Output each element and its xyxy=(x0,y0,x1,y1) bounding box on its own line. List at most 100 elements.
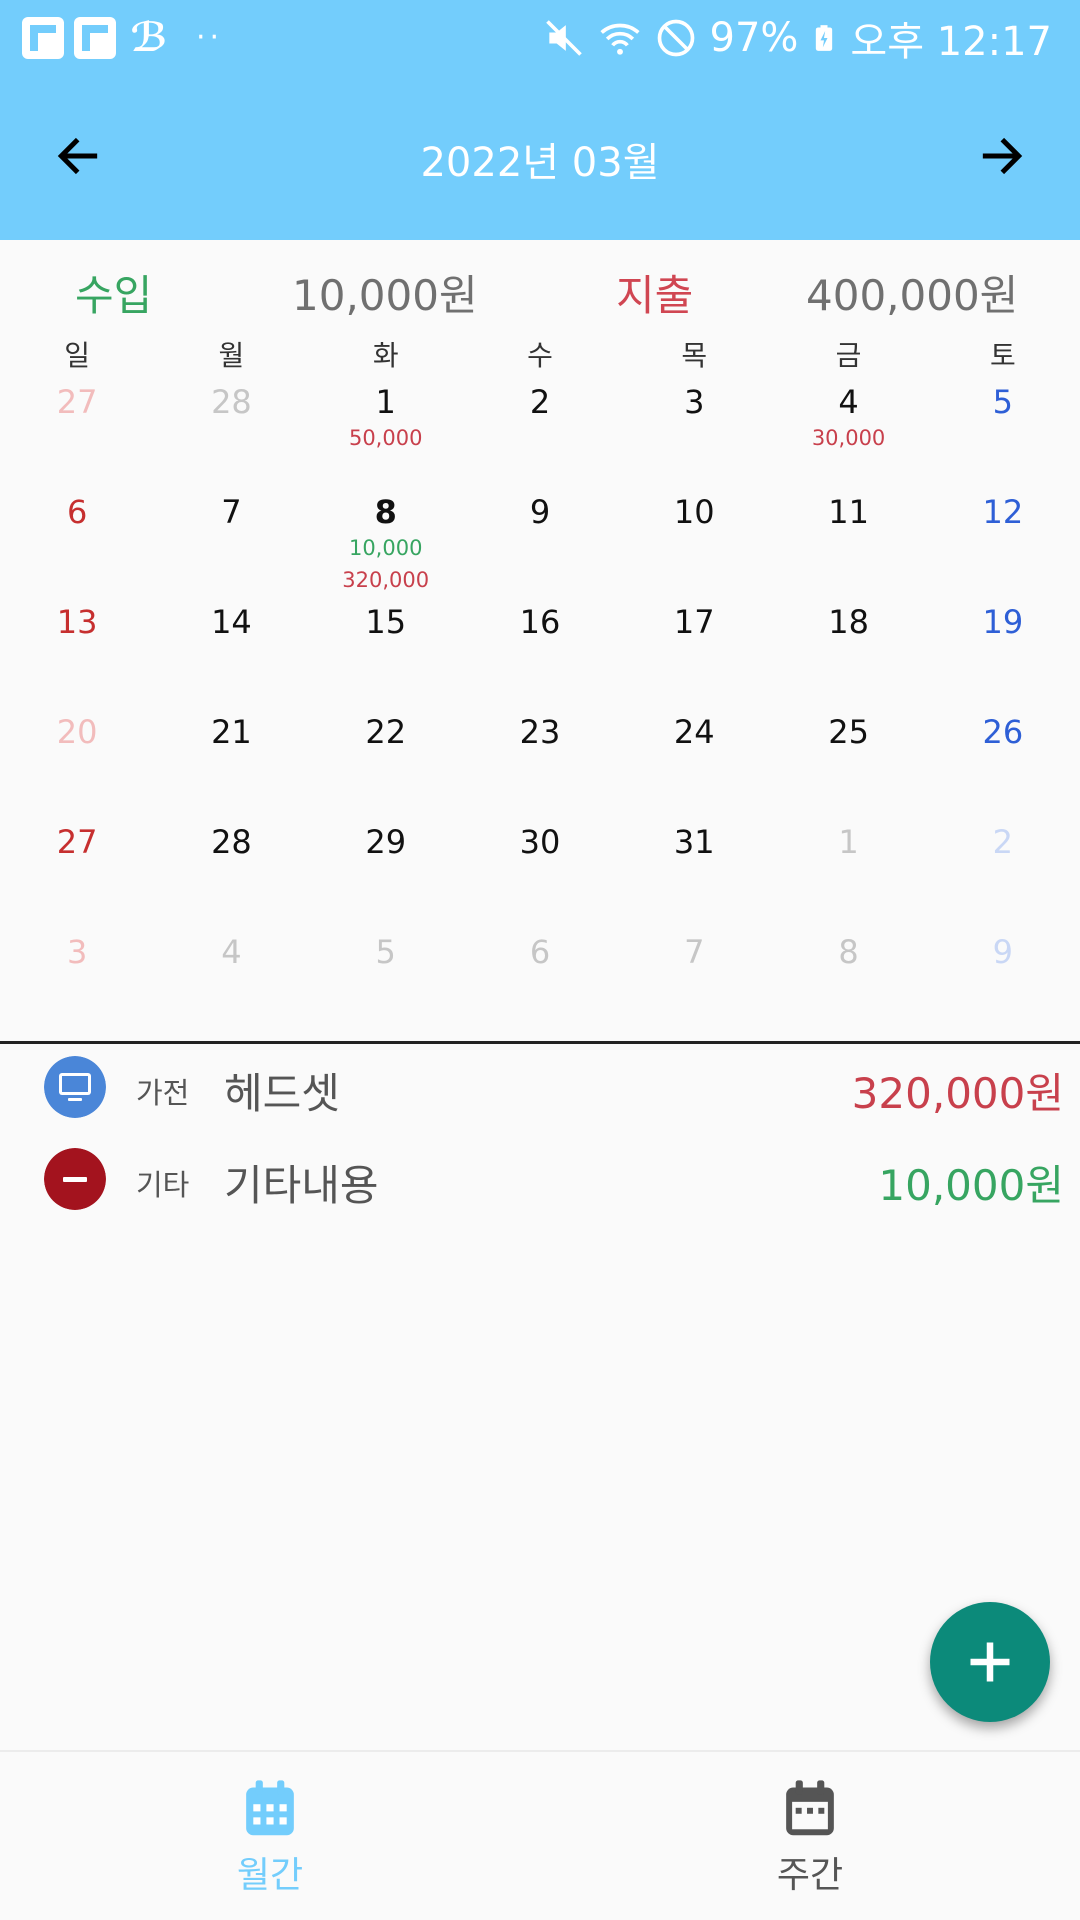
month-title: 2022년 03월 xyxy=(420,140,660,186)
calendar-day[interactable]: 1 xyxy=(771,814,925,924)
day-number: 22 xyxy=(365,713,407,751)
day-number: 27 xyxy=(56,823,98,861)
calendar-day[interactable]: 11 xyxy=(771,484,925,594)
system-status: 97% 오후 12:17 xyxy=(542,12,1052,65)
calendar-day[interactable]: 7 xyxy=(617,924,771,1034)
tab-weekly[interactable]: 주간 xyxy=(540,1752,1080,1920)
calendar-day[interactable]: 2 xyxy=(463,374,617,484)
minus-circle-icon xyxy=(44,1148,106,1210)
calendar-day[interactable]: 28 xyxy=(154,374,308,484)
calendar-day[interactable]: 6 xyxy=(0,484,154,594)
calendar-day[interactable]: 27 xyxy=(0,374,154,484)
day-number: 5 xyxy=(992,383,1014,421)
day-number: 19 xyxy=(982,603,1024,641)
day-number: 6 xyxy=(66,493,88,531)
calendar-day[interactable]: 19 xyxy=(926,594,1080,704)
calendar-day[interactable]: 9 xyxy=(926,924,1080,1034)
add-transaction-button[interactable] xyxy=(930,1602,1050,1722)
bottom-navigation: 월간 주간 xyxy=(0,1750,1080,1920)
calendar-day[interactable]: 5 xyxy=(309,924,463,1034)
next-month-button[interactable] xyxy=(962,116,1042,196)
calendar-day[interactable]: 4 xyxy=(154,924,308,1034)
calendar-day[interactable]: 31 xyxy=(617,814,771,924)
calendar-day[interactable]: 25 xyxy=(771,704,925,814)
calendar-day[interactable]: 8 xyxy=(771,924,925,1034)
calendar-day[interactable]: 4 30,000 xyxy=(771,374,925,484)
calendar-day[interactable]: 14 xyxy=(154,594,308,704)
day-number: 10 xyxy=(673,493,715,531)
calendar-day[interactable]: 15 xyxy=(309,594,463,704)
calendar-day[interactable]: 10 xyxy=(617,484,771,594)
calendar-day[interactable]: 23 xyxy=(463,704,617,814)
calendar-day[interactable]: 29 xyxy=(309,814,463,924)
day-number: 31 xyxy=(673,823,715,861)
do-not-disturb-icon xyxy=(657,19,694,57)
calendar-day[interactable]: 6 xyxy=(463,924,617,1034)
calendar-day[interactable]: 1 50,000 xyxy=(309,374,463,484)
day-number: 1 xyxy=(838,823,859,861)
clock: 오후 12:17 xyxy=(850,19,1052,65)
calendar-day[interactable]: 21 xyxy=(154,704,308,814)
day-number: 7 xyxy=(684,933,705,971)
calendar-day[interactable]: 26 xyxy=(926,704,1080,814)
transaction-category: 기타 xyxy=(136,1168,190,1202)
transaction-title: 헤드셋 xyxy=(224,1069,340,1118)
day-number: 6 xyxy=(529,933,551,971)
expense-label: 지출 xyxy=(616,271,694,320)
day-number: 23 xyxy=(519,713,561,751)
day-number: 7 xyxy=(221,493,242,531)
calendar-day[interactable]: 17 xyxy=(617,594,771,704)
day-number: 5 xyxy=(375,933,396,971)
calendar-day[interactable]: 18 xyxy=(771,594,925,704)
tab-monthly[interactable]: 월간 xyxy=(0,1752,540,1920)
day-expense-amount: 30,000 xyxy=(811,426,886,450)
day-number: 27 xyxy=(56,383,98,421)
mail-icon: ℬ xyxy=(130,15,168,61)
more-notifications-indicator: ·· xyxy=(196,20,224,55)
calendar-day[interactable]: 9 xyxy=(463,484,617,594)
day-income-amount: 10,000 xyxy=(348,536,423,560)
calendar-day[interactable]: 7 xyxy=(154,484,308,594)
weekday-label: 일 xyxy=(64,339,91,372)
tab-weekly-label: 주간 xyxy=(776,1855,844,1896)
day-number: 2 xyxy=(529,383,551,421)
calendar-day[interactable]: 27 xyxy=(0,814,154,924)
calendar-day[interactable]: 20 xyxy=(0,704,154,814)
income-label: 수입 xyxy=(75,271,153,320)
calendar-day[interactable]: 2 xyxy=(926,814,1080,924)
calendar-day[interactable]: 12 xyxy=(926,484,1080,594)
day-number: 3 xyxy=(66,933,88,971)
transaction-item[interactable]: 기타 기타내용 10,000원 xyxy=(0,1136,1080,1228)
day-number: 29 xyxy=(365,823,407,861)
day-number: 28 xyxy=(211,823,252,861)
day-number: 2 xyxy=(992,823,1014,861)
day-number: 20 xyxy=(56,713,98,751)
calendar-day[interactable]: 28 xyxy=(154,814,308,924)
calendar-day[interactable]: 22 xyxy=(309,704,463,814)
monthly-summary: 수입 10,000원 지출 400,000원 xyxy=(0,240,1080,332)
transaction-list: 가전 헤드셋 320,000원 기타 기타내용 10,000원 xyxy=(0,1044,1080,1228)
calendar-day[interactable]: 5 xyxy=(926,374,1080,484)
calendar-day[interactable]: 8 10,000 320,000 xyxy=(309,484,463,594)
arrow-right-icon xyxy=(982,137,1023,175)
day-number: 4 xyxy=(838,383,859,421)
calendar-day[interactable]: 30 xyxy=(463,814,617,924)
day-number: 9 xyxy=(992,933,1014,971)
day-number: 16 xyxy=(519,603,561,641)
calendar-day[interactable]: 3 xyxy=(617,374,771,484)
transaction-category: 가전 xyxy=(136,1076,190,1110)
calendar-day[interactable]: 16 xyxy=(463,594,617,704)
day-number: 15 xyxy=(365,603,407,641)
calendar-day[interactable]: 24 xyxy=(617,704,771,814)
weekday-label: 목 xyxy=(681,339,708,372)
calendar-day[interactable]: 3 xyxy=(0,924,154,1034)
day-number: 3 xyxy=(684,383,705,421)
calendar-grid: 27 28 1 50,000 2 3 4 30,000 5 6 7 8 10,000 320,000 9 10… xyxy=(0,374,1080,1034)
transaction-item[interactable]: 가전 헤드셋 320,000원 xyxy=(0,1044,1080,1136)
transaction-amount: 10,000원 xyxy=(878,1161,1064,1210)
weekday-label: 금 xyxy=(835,339,862,372)
flipboard-icon xyxy=(22,17,64,59)
calendar-day[interactable]: 13 xyxy=(0,594,154,704)
day-number: 25 xyxy=(828,713,869,751)
flipboard-icon xyxy=(74,17,116,59)
